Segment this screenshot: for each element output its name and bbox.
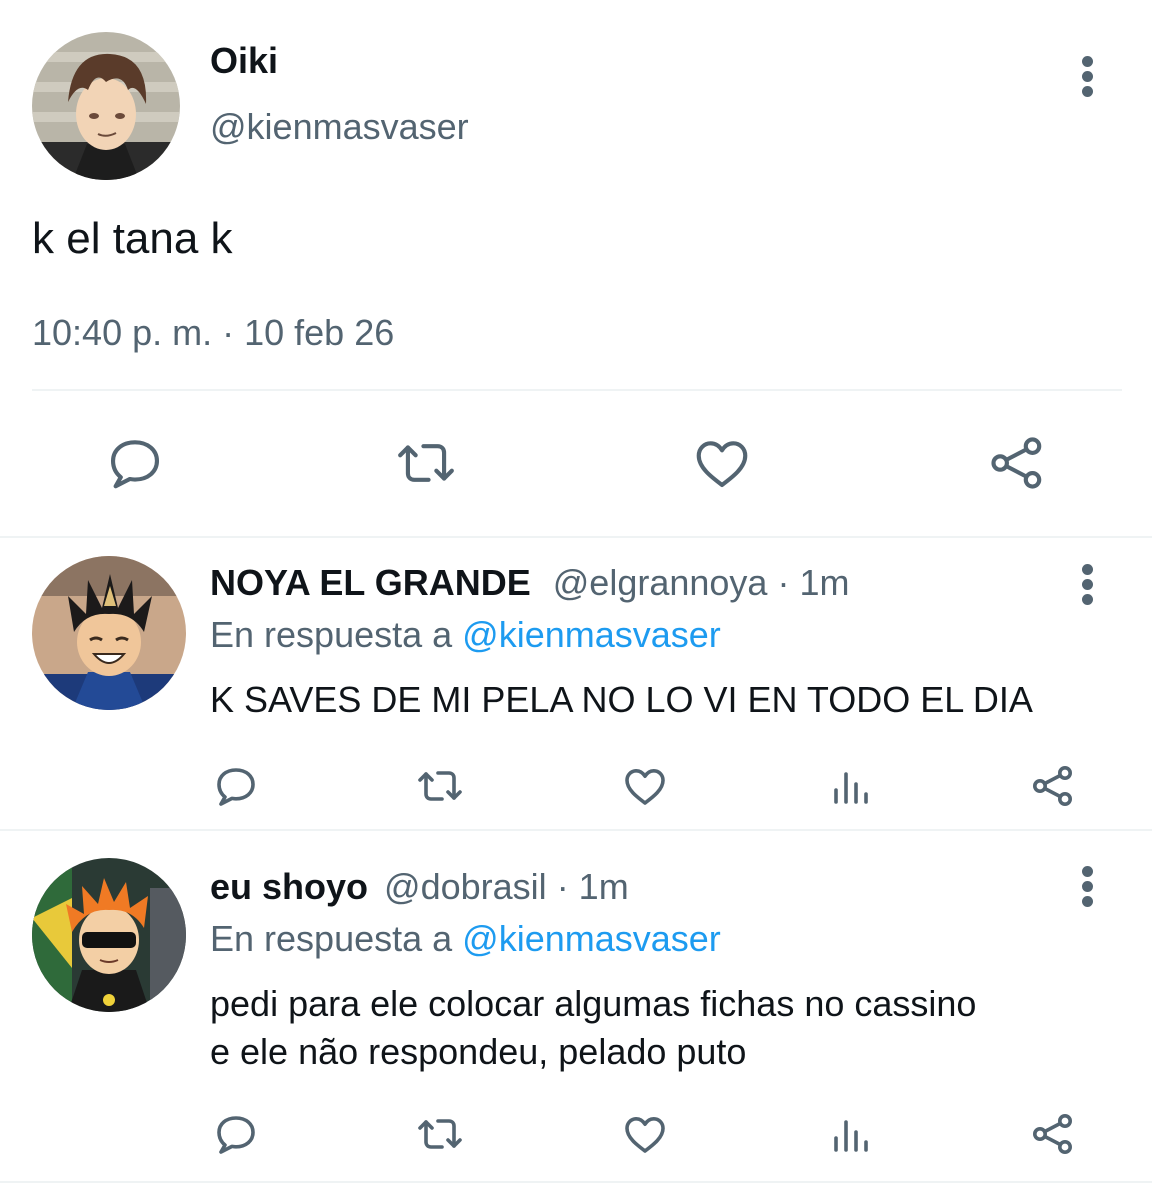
reply-author-line: eu shoyo @dobrasil · 1m bbox=[210, 866, 629, 908]
share-icon[interactable] bbox=[984, 432, 1050, 494]
reply-context: En respuesta a @kienmasvaser bbox=[210, 614, 721, 656]
reply-author-line: NOYA EL GRANDE @elgrannoya · 1m bbox=[210, 562, 849, 604]
avatar-noya[interactable] bbox=[32, 556, 186, 710]
tweet-divider bbox=[0, 829, 1152, 831]
share-icon[interactable] bbox=[1028, 1110, 1078, 1158]
author-name[interactable]: Oiki bbox=[210, 40, 278, 82]
author-handle[interactable]: @kienmasvaser bbox=[210, 106, 469, 148]
author-name[interactable]: NOYA EL GRANDE bbox=[210, 562, 531, 603]
author-handle[interactable]: @dobrasil bbox=[384, 866, 547, 907]
reply-prefix: En respuesta a bbox=[210, 918, 453, 959]
avatar-shoyo[interactable] bbox=[32, 858, 186, 1012]
author-handle[interactable]: @elgrannoya bbox=[553, 562, 768, 603]
views-icon[interactable] bbox=[826, 1110, 874, 1158]
reply-icon[interactable] bbox=[104, 432, 166, 494]
more-options-icon[interactable] bbox=[1076, 564, 1100, 620]
reply-icon[interactable] bbox=[212, 1110, 260, 1158]
avatar-oiki[interactable] bbox=[32, 32, 180, 180]
reply-text: K SAVES DE MI PELA NO LO VI EN TODO EL D… bbox=[210, 679, 1033, 720]
retweet-icon[interactable] bbox=[414, 762, 466, 810]
like-icon[interactable] bbox=[690, 432, 754, 494]
more-options-icon[interactable] bbox=[1076, 866, 1100, 922]
reply-icon[interactable] bbox=[212, 762, 260, 810]
reply-context: En respuesta a @kienmasvaser bbox=[210, 918, 721, 960]
reply-text-line: pedi para ele colocar algumas fichas no … bbox=[210, 983, 977, 1024]
reply-time[interactable]: · 1m bbox=[557, 866, 629, 907]
like-icon[interactable] bbox=[620, 762, 670, 810]
more-options-icon[interactable] bbox=[1076, 56, 1100, 112]
reply-to-link[interactable]: @kienmasvaser bbox=[462, 918, 721, 959]
reply-time[interactable]: · 1m bbox=[777, 562, 849, 603]
tweet-divider bbox=[0, 536, 1152, 538]
reply-to-link[interactable]: @kienmasvaser bbox=[462, 614, 721, 655]
tweet-divider bbox=[0, 1181, 1152, 1183]
retweet-icon[interactable] bbox=[392, 432, 460, 494]
reply-text-line: e ele não respondeu, pelado puto bbox=[210, 1031, 747, 1072]
tweet-timestamp[interactable]: 10:40 p. m. · 10 feb 26 bbox=[32, 312, 394, 354]
like-icon[interactable] bbox=[620, 1110, 670, 1158]
share-icon[interactable] bbox=[1028, 762, 1078, 810]
author-name[interactable]: eu shoyo bbox=[210, 866, 368, 907]
views-icon[interactable] bbox=[826, 762, 874, 810]
retweet-icon[interactable] bbox=[414, 1110, 466, 1158]
tweet-text: k el tana k bbox=[32, 214, 233, 263]
stats-divider bbox=[32, 389, 1122, 391]
reply-prefix: En respuesta a bbox=[210, 614, 453, 655]
